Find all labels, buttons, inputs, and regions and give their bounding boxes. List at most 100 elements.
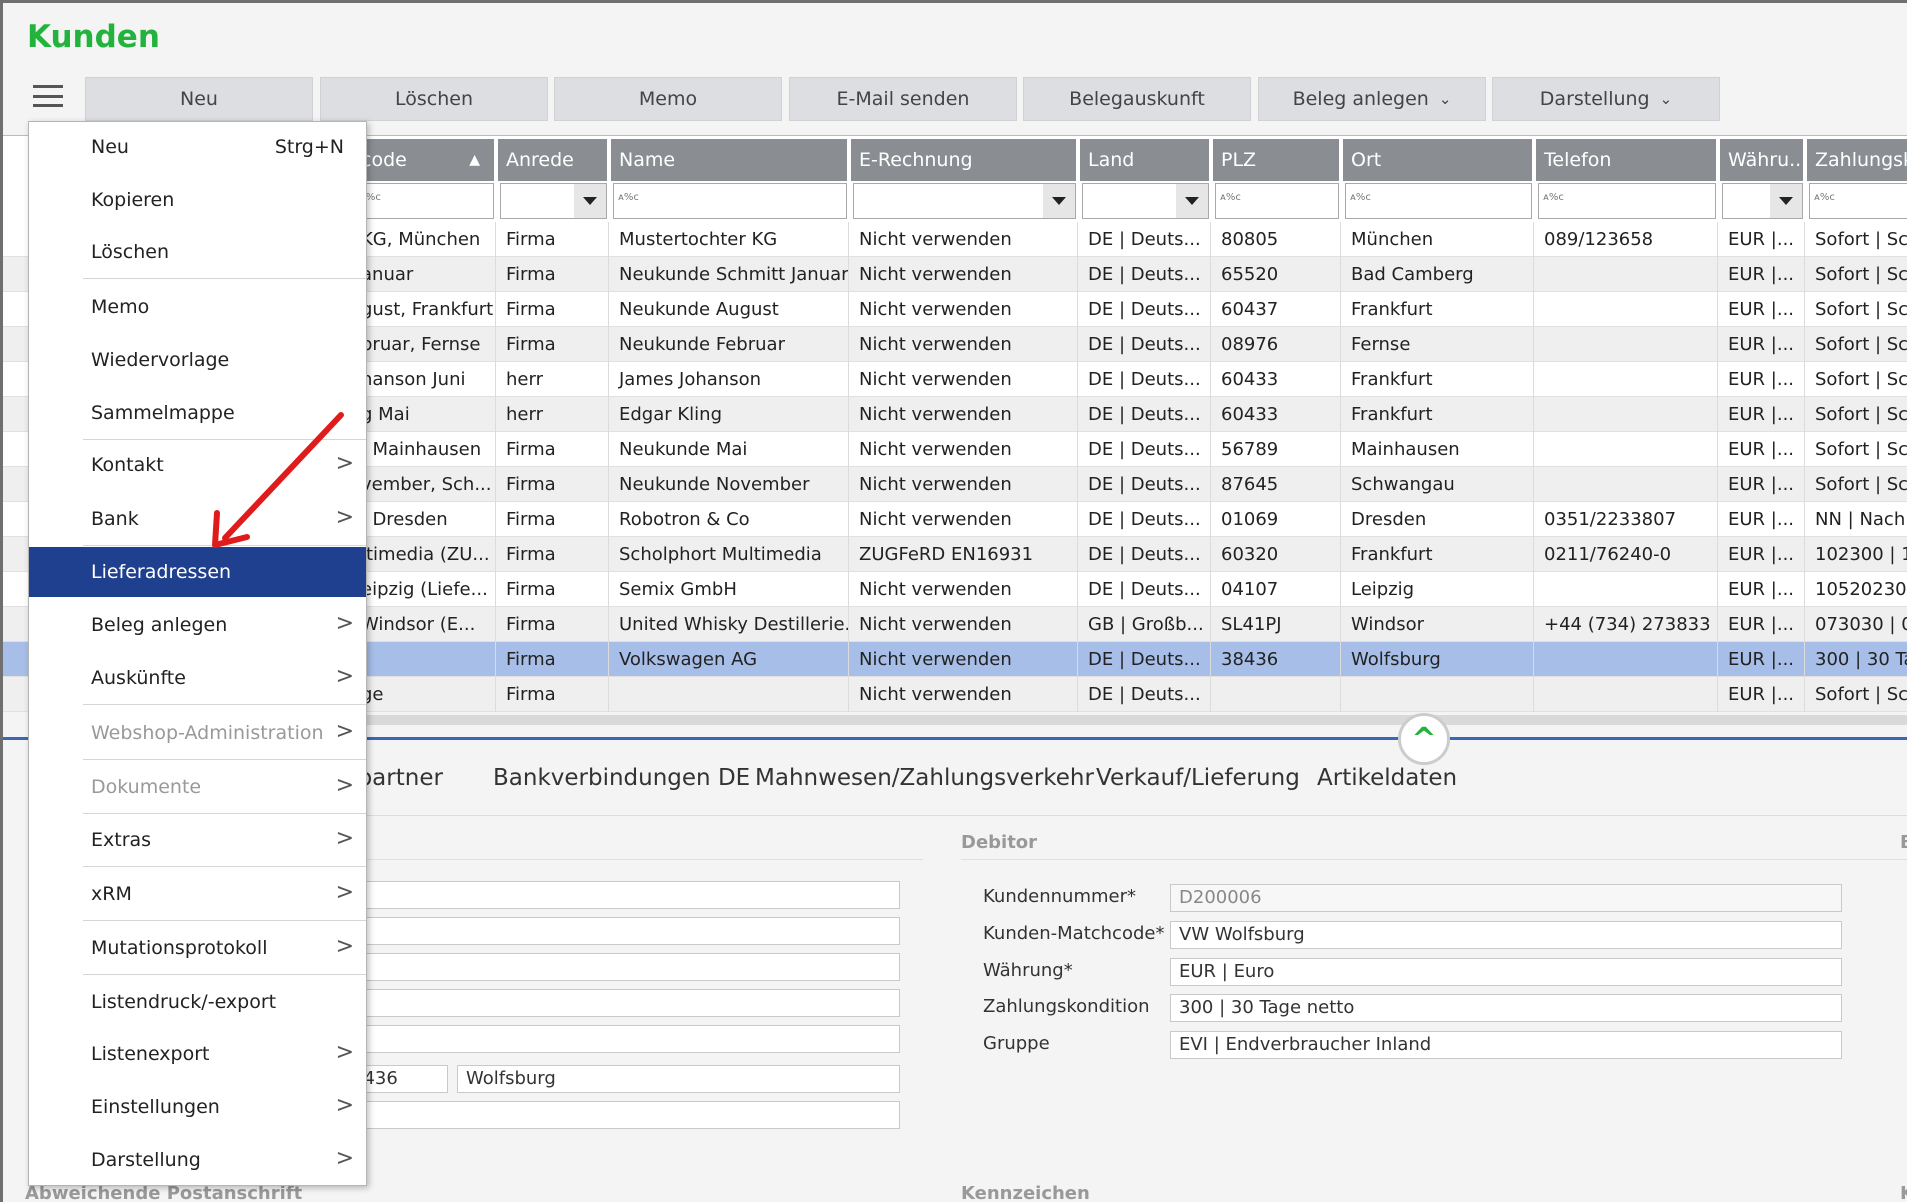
table-cell: Windsor (E... — [353, 607, 496, 642]
menu-separator — [83, 545, 366, 546]
column-header-2[interactable]: Anrede — [498, 139, 609, 181]
column-filter-1[interactable]: ᴀ%ᴄ — [355, 183, 494, 219]
menu-item-auskünfte[interactable]: Auskünfte > — [29, 653, 366, 703]
toolbar-button-4[interactable]: E-Mail senden — [789, 77, 1017, 121]
hamburger-icon[interactable] — [33, 83, 63, 109]
menu-item-löschen[interactable]: Löschen — [29, 227, 366, 277]
menu-item-label: Lieferadressen — [91, 561, 232, 583]
menu-item-einstellungen[interactable]: Einstellungen > — [29, 1082, 366, 1132]
menu-item-bank[interactable]: Bank > — [29, 494, 366, 544]
table-cell: Nicht verwenden — [851, 677, 1078, 712]
debitor-field[interactable]: 300 | 30 Tage netto — [1170, 994, 1842, 1022]
column-filter-8[interactable]: ᴀ%ᴄ — [1538, 183, 1716, 219]
address-field[interactable] — [343, 1025, 900, 1053]
table-cell — [1536, 467, 1718, 502]
column-header-9[interactable]: Währu... — [1720, 139, 1805, 181]
dropdown-arrow-icon[interactable] — [574, 184, 606, 218]
tab-2[interactable]: Bankverbindungen DE — [493, 765, 750, 791]
table-cell: Scholphort Multimedia — [611, 537, 849, 572]
table-cell: DE | Deuts... — [1080, 292, 1211, 327]
menu-item-xrm[interactable]: xRM > — [29, 869, 366, 919]
debitor-field[interactable]: EUR | Euro — [1170, 958, 1842, 986]
toolbar-button-6[interactable]: Beleg anlegen ⌄ — [1258, 77, 1486, 121]
column-filter-6[interactable]: ᴀ%ᴄ — [1215, 183, 1339, 219]
menu-item-mutationsprotokoll[interactable]: Mutationsprotokoll > — [29, 923, 366, 973]
column-header-10[interactable]: Zahlungsko — [1807, 139, 1907, 181]
debitor-field[interactable]: EVI | Endverbraucher Inland — [1170, 1031, 1842, 1059]
table-cell: 300 | 30 Ta — [1807, 642, 1907, 677]
horizontal-scrollbar[interactable] — [343, 715, 1907, 725]
address-field[interactable]: g — [343, 953, 900, 981]
dropdown-arrow-icon[interactable] — [1176, 184, 1208, 218]
column-filter-2[interactable] — [500, 183, 607, 219]
table-cell: Neukunde Februar — [611, 327, 849, 362]
table-cell: Fernse — [1343, 327, 1534, 362]
menu-item-kopieren[interactable]: Kopieren — [29, 175, 366, 225]
menu-item-label: Löschen — [91, 241, 169, 263]
menu-item-extras[interactable]: Extras > — [29, 815, 366, 865]
menu-item-listendruck-export[interactable]: Listendruck/-export — [29, 977, 366, 1027]
address-field[interactable] — [343, 989, 900, 1017]
column-filter-10[interactable]: ᴀ%ᴄ — [1809, 183, 1907, 219]
column-filter-4[interactable] — [853, 183, 1076, 219]
tab-3[interactable]: Mahnwesen/Zahlungsverkehr — [755, 765, 1094, 791]
table-cell: Nicht verwenden — [851, 642, 1078, 677]
table-cell: Firma — [498, 467, 609, 502]
column-header-5[interactable]: Land — [1080, 139, 1211, 181]
menu-item-darstellung[interactable]: Darstellung > — [29, 1135, 366, 1185]
column-header-3[interactable]: Name — [611, 139, 849, 181]
table-cell: DE | Deuts... — [1080, 467, 1211, 502]
tab-4[interactable]: Verkauf/Lieferung — [1096, 765, 1300, 791]
toolbar-button-2[interactable]: Löschen — [320, 77, 548, 121]
address-field[interactable]: G — [343, 917, 900, 945]
column-header-6[interactable]: PLZ — [1213, 139, 1341, 181]
debitor-field[interactable]: VW Wolfsburg — [1170, 921, 1842, 949]
table-cell: Neukunde November — [611, 467, 849, 502]
app-window: Kunden Neu Löschen Memo E-Mail senden Belega… — [0, 0, 1907, 1202]
menu-item-memo[interactable]: Memo — [29, 282, 366, 332]
toolbar-button-7[interactable]: Darstellung ⌄ — [1492, 77, 1720, 121]
table-cell: Mustertochter KG — [611, 222, 849, 257]
toolbar-button-5[interactable]: Belegauskunft — [1023, 77, 1251, 121]
collapse-up-icon[interactable]: ^ — [1398, 713, 1450, 765]
menu-item-listenexport[interactable]: Listenexport > — [29, 1029, 366, 1079]
table-cell: eipzig (Liefe... — [353, 572, 496, 607]
menu-item-wiedervorlage[interactable]: Wiedervorlage — [29, 335, 366, 385]
toolbar-button-1[interactable]: Neu — [85, 77, 313, 121]
address-field[interactable] — [343, 1101, 900, 1129]
dropdown-arrow-icon[interactable] — [1043, 184, 1075, 218]
column-filter-5[interactable] — [1082, 183, 1209, 219]
table-cell: Sofort | Sc — [1807, 257, 1907, 292]
menu-item-lieferadressen[interactable]: Lieferadressen — [29, 547, 366, 597]
chevron-right-icon: > — [335, 880, 354, 905]
column-header-4[interactable]: E-Rechnung — [851, 139, 1078, 181]
menu-item-label: Dokumente — [91, 776, 202, 798]
table-cell: EUR |... — [1720, 502, 1805, 537]
toolbar-button-3[interactable]: Memo — [554, 77, 782, 121]
dropdown-arrow-icon[interactable] — [1770, 184, 1802, 218]
menu-item-neu[interactable]: Neu Strg+N — [29, 122, 366, 172]
chevron-right-icon: > — [335, 826, 354, 851]
chevron-right-icon: > — [335, 719, 354, 744]
sort-ascending-icon[interactable]: ▲ — [469, 139, 480, 181]
debitor-field[interactable]: D200006 — [1170, 884, 1842, 912]
column-filter-9[interactable] — [1722, 183, 1803, 219]
menu-item-beleg-anlegen[interactable]: Beleg anlegen > — [29, 600, 366, 650]
table-cell: Nicht verwenden — [851, 327, 1078, 362]
column-header-7[interactable]: Ort — [1343, 139, 1534, 181]
table-cell: EUR |... — [1720, 432, 1805, 467]
city-field[interactable]: Wolfsburg — [457, 1065, 900, 1093]
menu-item-sammelmappe[interactable]: Sammelmappe — [29, 388, 366, 438]
chevron-right-icon: > — [335, 664, 354, 689]
column-filter-3[interactable]: ᴀ%ᴄ — [613, 183, 847, 219]
table-cell: Firma — [498, 432, 609, 467]
column-header-1[interactable]: code ▲ — [353, 139, 496, 181]
menu-item-label: xRM — [91, 883, 132, 905]
table-cell: Sofort | Sc — [1807, 432, 1907, 467]
address-field[interactable] — [343, 881, 900, 909]
tab-5[interactable]: Artikeldaten — [1317, 765, 1457, 791]
column-header-8[interactable]: Telefon — [1536, 139, 1718, 181]
column-filter-7[interactable]: ᴀ%ᴄ — [1345, 183, 1532, 219]
table-cell: United Whisky Destillerie... — [611, 607, 849, 642]
menu-item-kontakt[interactable]: Kontakt > — [29, 440, 366, 490]
